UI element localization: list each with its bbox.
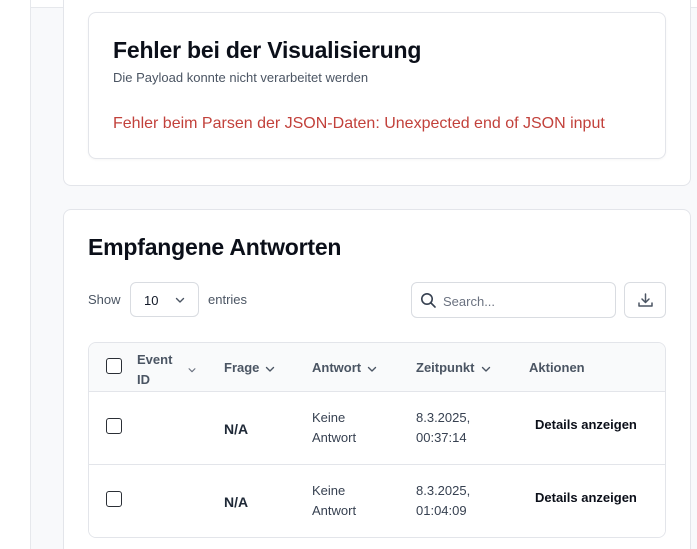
download-button[interactable] — [624, 282, 666, 318]
entries-per-page-select[interactable]: 10 — [130, 282, 199, 317]
chevron-down-icon — [188, 368, 196, 373]
error-panel: Fehler bei der Visualisierung Die Payloa… — [88, 12, 666, 159]
cell-frage: N/A — [224, 494, 249, 510]
column-header-event-id-line1: Event — [137, 352, 173, 367]
column-header-frage-label: Frage — [224, 360, 260, 375]
row-checkbox[interactable] — [106, 418, 122, 434]
cell-zeitpunkt-time: 00:37:14 — [416, 430, 467, 445]
responses-table: Event ID Frage Antwort Zeitpunkt Aktione… — [88, 342, 666, 538]
column-header-antwort[interactable]: Antwort — [312, 360, 378, 375]
entries-select-value: 10 — [144, 293, 159, 308]
cell-zeitpunkt-time: 01:04:09 — [416, 503, 467, 518]
column-header-event-id[interactable]: Event ID — [137, 350, 197, 390]
table-row: N/A Keine Antwort 8.3.2025, 00:37:14 Det… — [89, 392, 665, 465]
responses-title: Empfangene Antworten — [88, 234, 342, 260]
cell-zeitpunkt-date: 8.3.2025, — [416, 483, 471, 498]
column-header-aktionen: Aktionen — [529, 360, 585, 375]
chevron-down-icon — [481, 366, 490, 372]
column-header-event-id-line2: ID — [137, 372, 150, 387]
select-all-checkbox[interactable] — [106, 358, 122, 374]
show-label: Show — [88, 292, 121, 307]
cell-zeitpunkt: 8.3.2025, 01:04:09 — [416, 481, 470, 521]
chevron-down-icon — [367, 366, 377, 372]
cell-frage: N/A — [224, 421, 249, 437]
cell-antwort-line2: Antwort — [312, 503, 357, 518]
cell-antwort-line1: Keine — [312, 410, 346, 425]
cell-zeitpunkt-date: 8.3.2025, — [416, 410, 471, 425]
chevron-down-icon — [174, 294, 186, 309]
details-button[interactable]: Details anzeigen — [535, 417, 637, 432]
error-title: Fehler bei der Visualisierung — [113, 37, 422, 63]
details-button[interactable]: Details anzeigen — [535, 490, 637, 505]
column-header-antwort-label: Antwort — [312, 360, 362, 375]
cell-antwort-line2: Antwort — [312, 430, 357, 445]
sidebar — [0, 0, 31, 549]
search-box — [411, 282, 616, 318]
chevron-down-icon — [266, 366, 275, 372]
cell-zeitpunkt: 8.3.2025, 00:37:14 — [416, 408, 470, 448]
download-icon — [638, 293, 653, 307]
row-checkbox[interactable] — [106, 491, 122, 507]
table-header: Event ID Frage Antwort Zeitpunkt Aktione… — [89, 343, 665, 392]
error-message: Fehler beim Parsen der JSON-Daten: Unexp… — [113, 115, 605, 132]
column-header-zeitpunkt-label: Zeitpunkt — [416, 360, 475, 375]
entries-label: entries — [208, 292, 248, 307]
table-row: N/A Keine Antwort 8.3.2025, 01:04:09 Det… — [89, 465, 665, 537]
search-icon — [420, 292, 437, 314]
cell-antwort-line1: Keine — [312, 483, 346, 498]
cell-antwort: Keine Antwort — [312, 408, 356, 448]
column-header-frage[interactable]: Frage — [224, 360, 276, 375]
search-input[interactable] — [443, 291, 608, 311]
column-header-zeitpunkt[interactable]: Zeitpunkt — [416, 360, 492, 375]
error-subtitle: Die Payload konnte nicht verarbeitet wer… — [113, 70, 369, 85]
cell-antwort: Keine Antwort — [312, 481, 356, 521]
